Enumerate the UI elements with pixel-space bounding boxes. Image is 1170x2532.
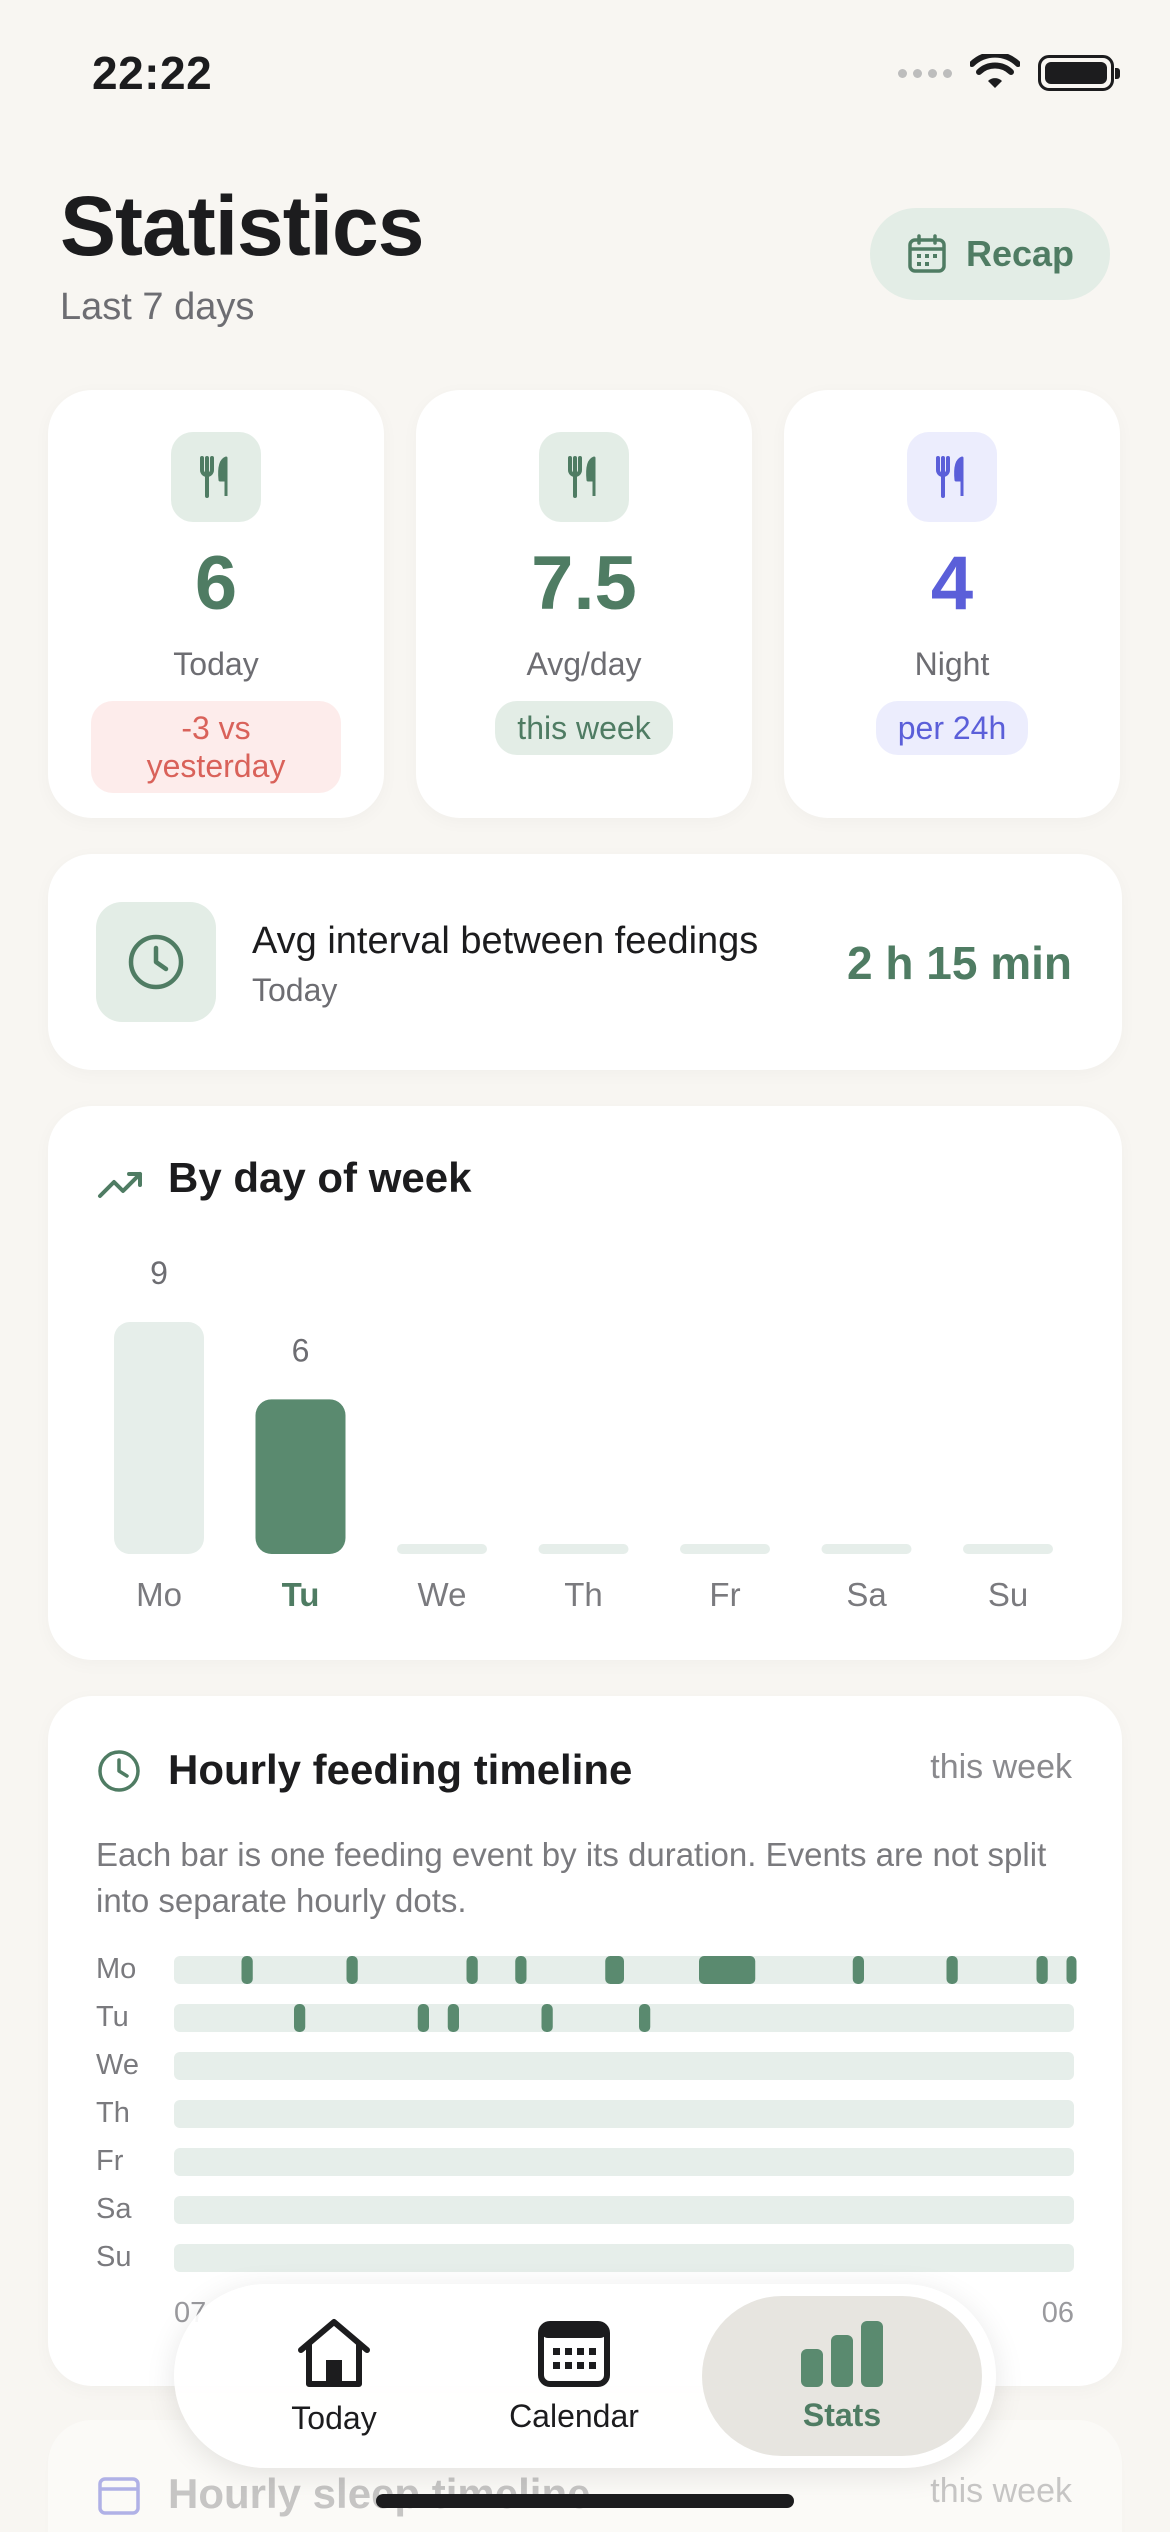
feeding-event[interactable] bbox=[946, 1956, 958, 1984]
stat-icon-box bbox=[171, 432, 261, 522]
timeline-day-label: Th bbox=[96, 2097, 130, 2129]
bar-fr[interactable] bbox=[680, 1544, 770, 1554]
cellular-signal-icon bbox=[898, 68, 952, 78]
feeding-event[interactable] bbox=[417, 2004, 429, 2032]
stats-screen: 22:22 Statistics Last 7 days Recap 6 Toda… bbox=[0, 0, 1170, 2532]
timeline-day-label: We bbox=[96, 2049, 139, 2081]
clock-icon-box bbox=[96, 902, 216, 1022]
clock-icon bbox=[128, 934, 184, 990]
feeding-timeline-card: Hourly feeding timeline this week Each b… bbox=[48, 1696, 1122, 2386]
status-time: 22:22 bbox=[92, 47, 213, 99]
feeding-event[interactable] bbox=[605, 1956, 624, 1984]
stat-badge: -3 vs yesterday bbox=[91, 701, 341, 793]
bar-value-label: 9 bbox=[150, 1255, 168, 1291]
sleep-timeline-tag: this week bbox=[930, 2472, 1072, 2510]
feeding-event[interactable] bbox=[699, 1956, 756, 1984]
feeding-event[interactable] bbox=[852, 1956, 864, 1984]
stat-card: 4 Night per 24h bbox=[784, 390, 1120, 818]
stat-badge: this week bbox=[495, 701, 673, 755]
stat-badge: per 24h bbox=[875, 701, 1029, 755]
recap-button[interactable]: Recap bbox=[870, 208, 1110, 300]
fork-knife-icon bbox=[936, 456, 964, 498]
feeding-event[interactable] bbox=[447, 2004, 459, 2032]
bar-su[interactable] bbox=[963, 1544, 1053, 1554]
category-label: Fr bbox=[709, 1576, 740, 1613]
timeline-track bbox=[174, 2004, 1074, 2032]
fork-knife-icon bbox=[200, 456, 228, 498]
tab-stats-label: Stats bbox=[802, 2396, 882, 2433]
feeding-event[interactable] bbox=[515, 1956, 527, 1984]
page-title: Statistics bbox=[60, 179, 424, 273]
interval-title: Avg interval between feedings bbox=[252, 920, 759, 962]
day-of-week-chart: 9 Mo 6 Tu We Th Fr Sa Su bbox=[114, 1255, 1053, 1613]
battery-icon bbox=[1038, 55, 1120, 91]
timeline-track bbox=[174, 2148, 1074, 2176]
bar-th[interactable] bbox=[538, 1544, 629, 1554]
stat-label: Night bbox=[914, 646, 990, 682]
calendar-icon bbox=[538, 2320, 610, 2387]
interval-value: 2 h 15 min bbox=[847, 937, 1072, 989]
stat-value: 4 bbox=[930, 541, 974, 626]
feeding-event[interactable] bbox=[466, 1956, 478, 1984]
tab-calendar-label: Calendar bbox=[509, 2397, 639, 2434]
feeding-event[interactable] bbox=[241, 1956, 253, 1984]
bar-chart-icon bbox=[801, 2320, 883, 2387]
wifi-icon bbox=[970, 54, 1020, 88]
recap-label: Recap bbox=[965, 233, 1075, 274]
bar-mo[interactable] bbox=[114, 1322, 204, 1554]
feeding-event[interactable] bbox=[346, 1956, 358, 1984]
stat-value: 6 bbox=[194, 541, 238, 626]
timeline-track bbox=[174, 2052, 1074, 2080]
tab-calendar[interactable]: Calendar bbox=[474, 2284, 674, 2468]
tab-today[interactable]: Today bbox=[234, 2284, 434, 2468]
category-label: Th bbox=[564, 1576, 603, 1613]
feeding-event[interactable] bbox=[541, 2004, 553, 2032]
tab-today-label: Today bbox=[291, 2399, 377, 2436]
timeline-track bbox=[174, 2196, 1074, 2224]
feeding-event[interactable] bbox=[1066, 1956, 1077, 1984]
timeline-day-label: Tu bbox=[96, 2001, 129, 2033]
category-label: Su bbox=[988, 1576, 1028, 1613]
category-label: Sa bbox=[846, 1576, 887, 1613]
timeline-track bbox=[174, 2244, 1074, 2272]
fork-knife-icon bbox=[568, 456, 596, 498]
bar-we[interactable] bbox=[397, 1544, 487, 1554]
calendar-icon bbox=[908, 234, 946, 273]
category-label: Mo bbox=[136, 1576, 182, 1613]
feeding-timeline-chart: MoTuWeThFrSaSu07 06 bbox=[96, 1953, 1077, 2329]
feeding-event[interactable] bbox=[639, 2004, 651, 2032]
stat-card: 7.5 Avg/day this week bbox=[416, 390, 752, 818]
status-icons bbox=[898, 54, 1120, 92]
timeline-axis-label: 06 bbox=[1042, 2297, 1074, 2329]
day-of-week-card: By day of week 9 Mo 6 Tu We Th Fr Sa Su bbox=[48, 1106, 1122, 1660]
feeding-event[interactable] bbox=[294, 2004, 306, 2032]
stat-icon-box bbox=[907, 432, 997, 522]
calendar-icon bbox=[98, 2477, 140, 2515]
stat-icon-box bbox=[539, 432, 629, 522]
stat-value: 7.5 bbox=[531, 541, 637, 626]
timeline-day-label: Mo bbox=[96, 1953, 136, 1985]
bar-tu[interactable] bbox=[255, 1399, 346, 1554]
page-subtitle: Last 7 days bbox=[60, 286, 255, 328]
category-label: We bbox=[418, 1576, 467, 1613]
timeline-day-label: Fr bbox=[96, 2145, 124, 2177]
tab-stats[interactable]: Stats bbox=[742, 2284, 942, 2468]
feeding-event[interactable] bbox=[1036, 1956, 1048, 1984]
stat-label: Avg/day bbox=[526, 646, 642, 682]
bar-sa[interactable] bbox=[821, 1544, 912, 1554]
timeline-day-label: Su bbox=[96, 2241, 131, 2273]
house-icon bbox=[298, 2318, 370, 2387]
stat-card: 6 Today -3 vs yesterday bbox=[48, 390, 384, 818]
interval-subtitle: Today bbox=[252, 972, 338, 1008]
timeline-day-label: Sa bbox=[96, 2193, 132, 2225]
bar-value-label: 6 bbox=[292, 1332, 310, 1368]
tab-bar: Today Calendar Stats bbox=[174, 2284, 996, 2468]
category-label: Tu bbox=[282, 1576, 320, 1613]
home-indicator bbox=[376, 2494, 794, 2508]
stat-label: Today bbox=[173, 646, 259, 682]
timeline-track bbox=[174, 2100, 1074, 2128]
interval-card: Avg interval between feedings Today 2 h … bbox=[48, 854, 1122, 1070]
